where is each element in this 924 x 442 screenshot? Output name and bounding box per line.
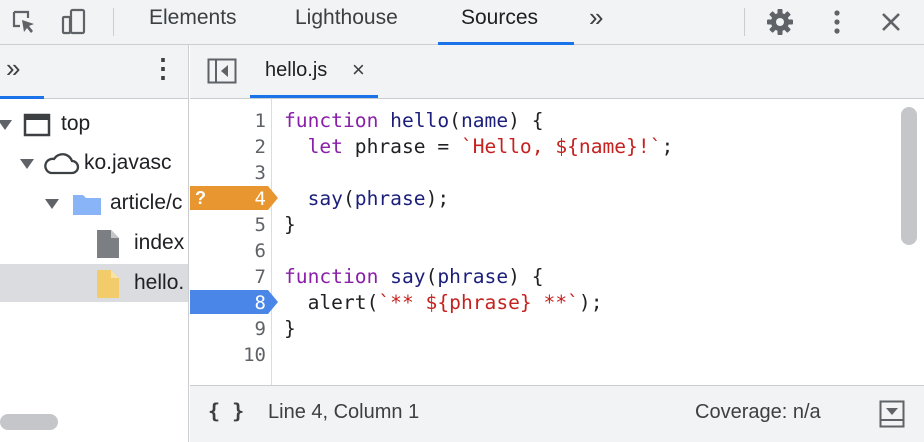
device-toggle-icon[interactable] xyxy=(54,0,94,44)
toolbar-divider xyxy=(113,8,114,36)
code-line[interactable]: let phrase = `Hello, ${name}!`; xyxy=(284,134,674,160)
active-file-indicator xyxy=(250,95,378,98)
navigator-header: » ⋮ xyxy=(0,45,188,99)
horizontal-scrollbar[interactable] xyxy=(0,414,58,430)
line-number[interactable]: 7 xyxy=(190,264,266,290)
close-icon[interactable] xyxy=(876,0,906,44)
line-number[interactable]: 2 xyxy=(190,134,266,160)
tree-item-label: top xyxy=(61,112,91,135)
editor-tabbar: hello.js × xyxy=(190,45,924,99)
code-line[interactable]: say(phrase); xyxy=(284,186,450,212)
tab-lighthouse[interactable]: Lighthouse xyxy=(295,0,398,44)
toolbar-divider xyxy=(744,8,745,36)
tree-item-domain[interactable]: ko.javasc xyxy=(0,144,188,182)
tree-item-index[interactable]: index xyxy=(0,224,188,262)
line-number[interactable]: 4 xyxy=(190,186,266,212)
file-navigator: » ⋮ top ko.javasc article/c index hello. xyxy=(0,45,189,442)
navigator-tab-indicator xyxy=(0,96,44,99)
expand-triangle-icon[interactable] xyxy=(20,159,34,169)
editor-status-bar: { } Line 4, Column 1 Coverage: n/a xyxy=(190,385,924,442)
code-line[interactable]: alert(`** ${phrase} **`); xyxy=(284,290,603,316)
line-number[interactable]: 10 xyxy=(190,342,266,368)
tree-item-label: index xyxy=(134,231,185,254)
close-tab-icon[interactable]: × xyxy=(352,57,365,83)
devtools-toolbar: Elements Lighthouse Sources » xyxy=(0,0,924,45)
settings-gear-icon[interactable] xyxy=(762,0,798,44)
cursor-position: Line 4, Column 1 xyxy=(268,401,420,423)
line-number[interactable]: 6 xyxy=(190,238,266,264)
more-vertical-icon[interactable] xyxy=(822,0,852,44)
line-number[interactable]: 8 xyxy=(190,290,266,316)
tree-item-label: hello. xyxy=(134,271,185,294)
tree-item-hello-js[interactable]: hello. xyxy=(0,264,188,302)
file-tab-hello-js[interactable]: hello.js × xyxy=(250,45,378,98)
file-tab-label: hello.js xyxy=(265,59,328,81)
tab-sources[interactable]: Sources xyxy=(461,0,538,44)
code-editor[interactable]: ? 1 2 3 4 5 6 7 8 9 10 function hello(na… xyxy=(190,99,924,385)
tree-item-label: article/c xyxy=(110,191,183,214)
js-file-icon xyxy=(96,269,120,312)
tab-elements[interactable]: Elements xyxy=(149,0,237,44)
line-number[interactable]: 5 xyxy=(190,212,266,238)
navigator-more-button[interactable]: » xyxy=(6,53,20,84)
line-number[interactable]: 9 xyxy=(190,316,266,342)
expand-triangle-icon[interactable] xyxy=(45,199,59,209)
tree-item-label: ko.javasc xyxy=(84,151,172,174)
code-line[interactable]: } xyxy=(284,212,296,238)
tree-item-folder[interactable]: article/c xyxy=(0,184,188,222)
toggle-navigator-icon[interactable] xyxy=(207,58,237,89)
more-tabs-button[interactable]: » xyxy=(589,0,603,44)
expand-triangle-icon[interactable] xyxy=(0,120,12,130)
navigator-menu-button[interactable]: ⋮ xyxy=(150,53,176,84)
code-line[interactable]: } xyxy=(284,316,296,342)
line-number[interactable]: 1 xyxy=(190,108,266,134)
pretty-print-button[interactable]: { } xyxy=(208,399,244,423)
inspect-icon[interactable] xyxy=(4,0,44,44)
toggle-drawer-icon[interactable] xyxy=(879,400,905,434)
code-line[interactable]: function hello(name) { xyxy=(284,108,544,134)
tree-item-top[interactable]: top xyxy=(0,105,188,143)
code-line[interactable]: function say(phrase) { xyxy=(284,264,544,290)
coverage-status: Coverage: n/a xyxy=(695,401,821,423)
vertical-scrollbar[interactable] xyxy=(901,107,917,245)
line-number[interactable]: 3 xyxy=(190,160,266,186)
